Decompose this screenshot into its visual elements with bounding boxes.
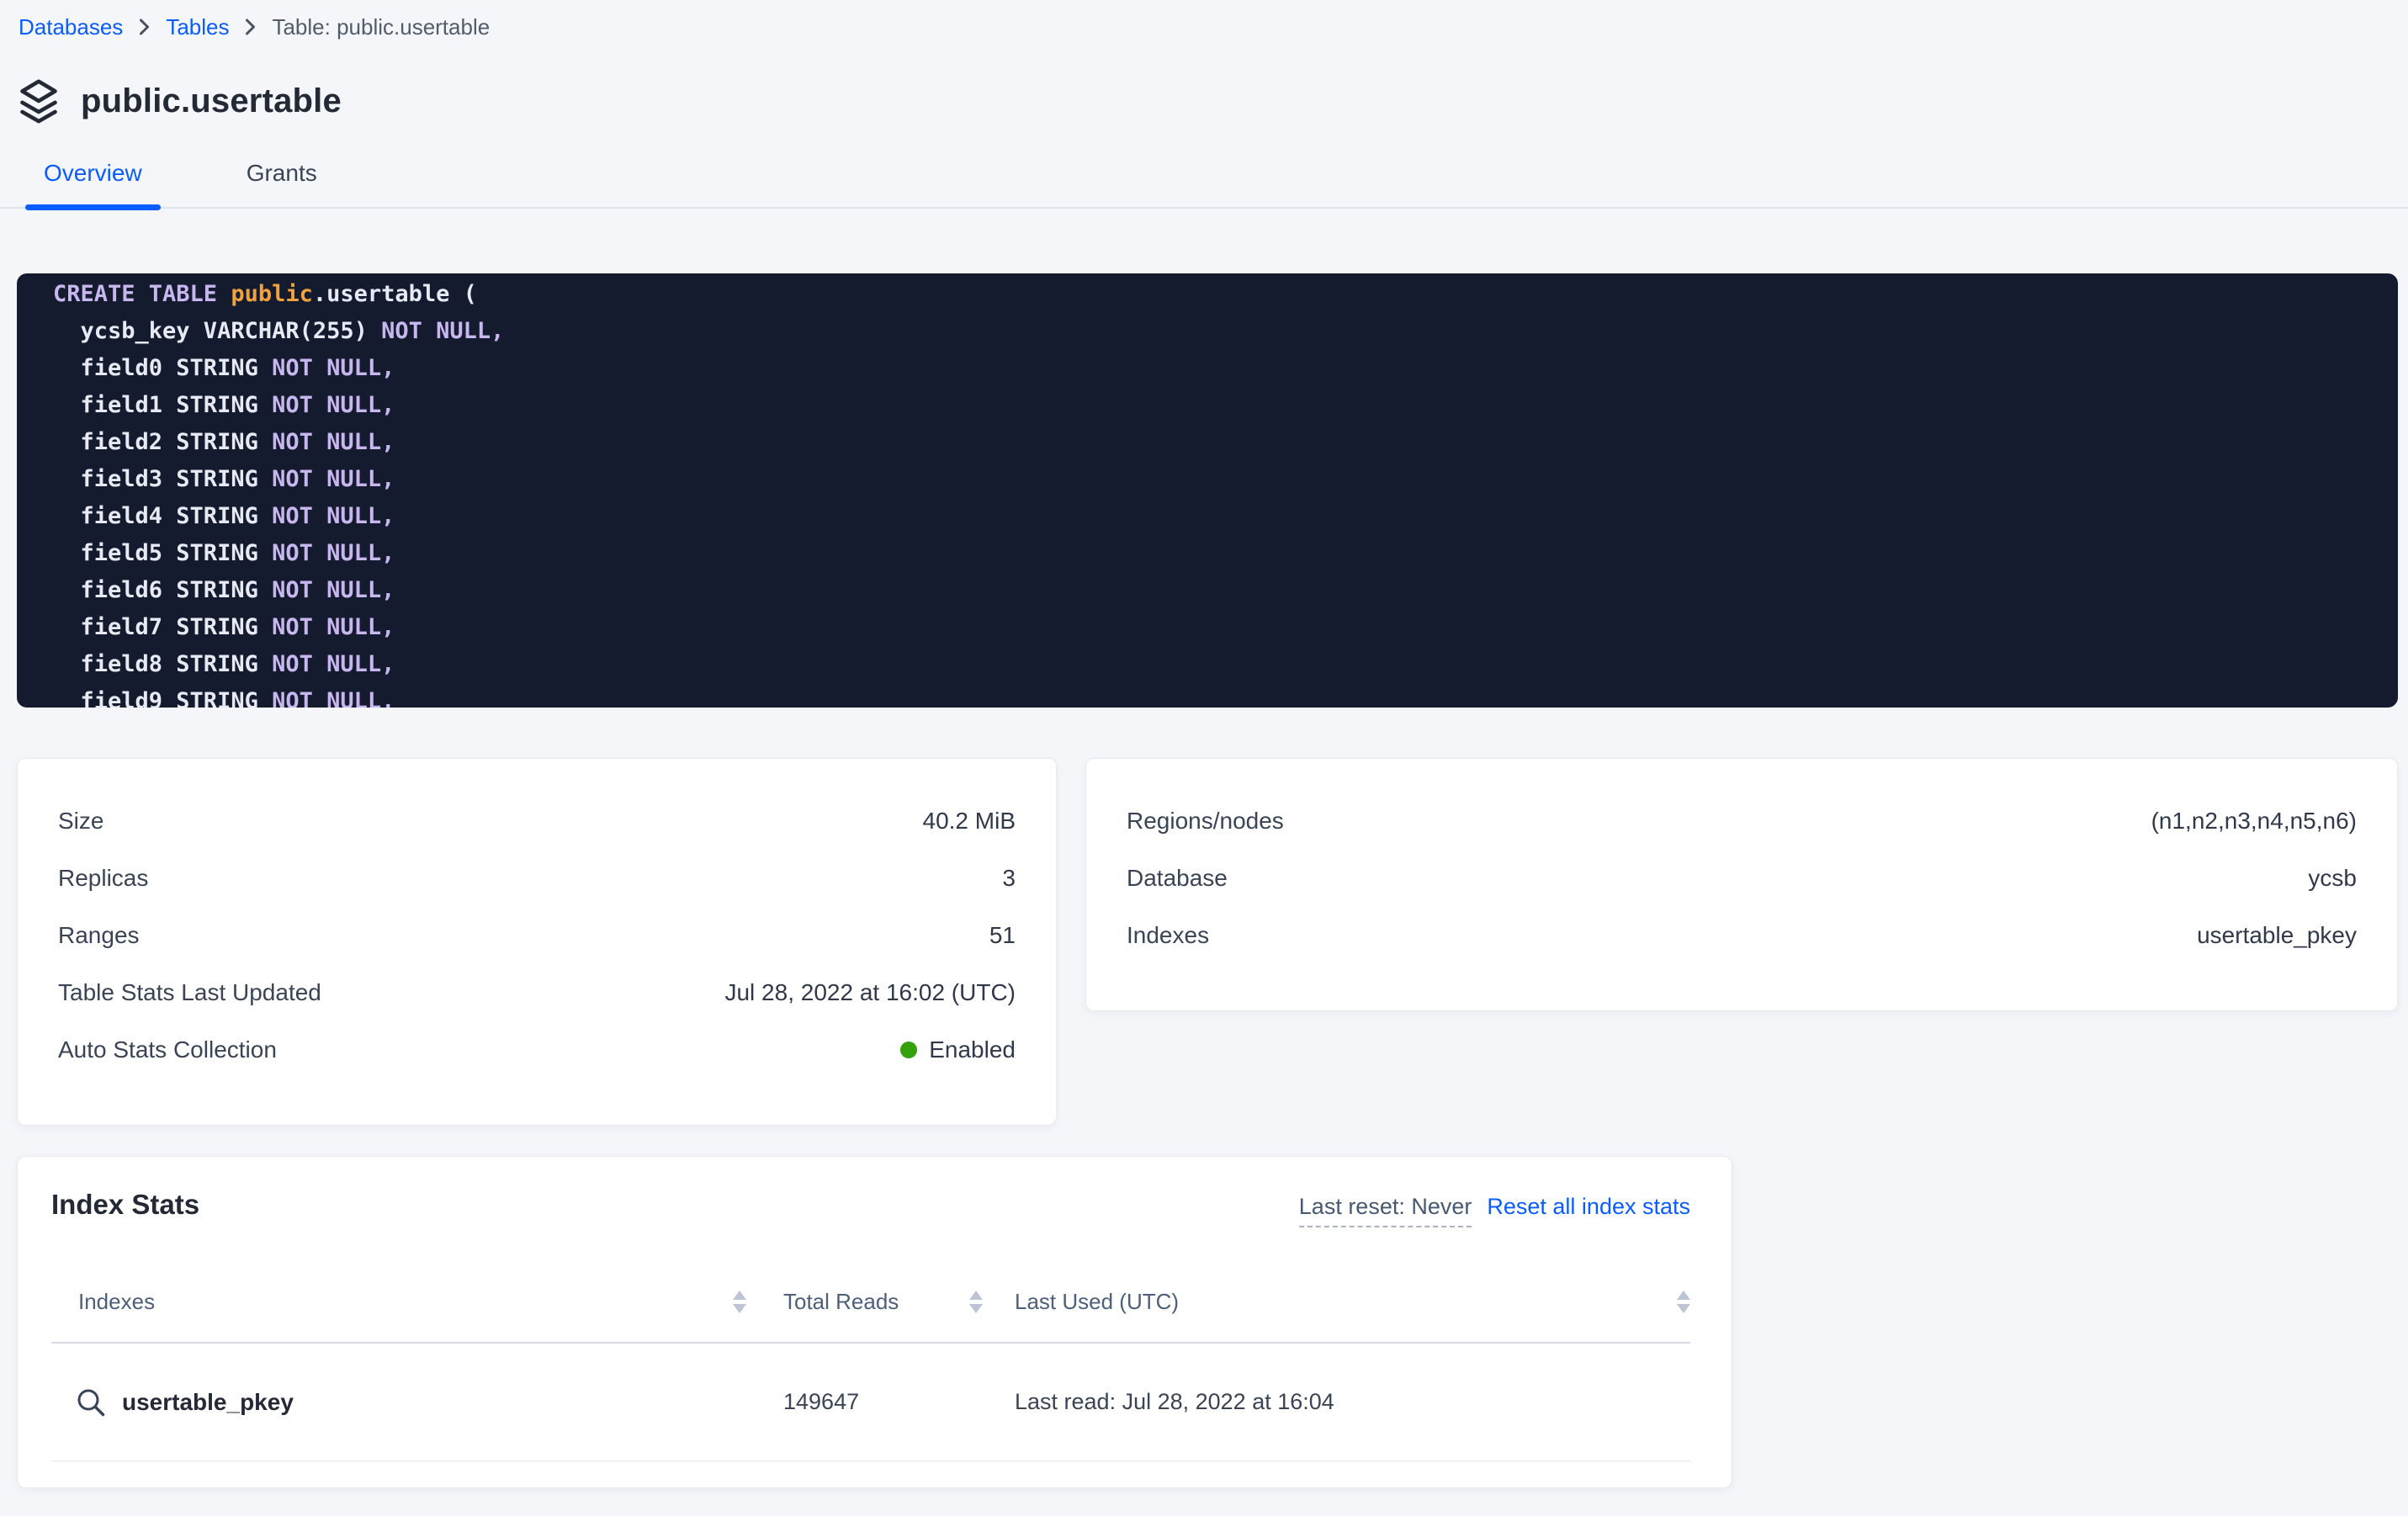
- column-header-label: Total Reads: [783, 1289, 899, 1315]
- page-header: public.usertable: [17, 74, 2408, 128]
- sort-arrows-icon: [969, 1291, 983, 1313]
- sql-line: field1 STRING NOT NULL,: [53, 387, 2373, 424]
- index-stats-header: Index Stats Last reset: Never Reset all …: [51, 1189, 1690, 1227]
- stat-label: Database: [1127, 865, 1228, 892]
- page-title: public.usertable: [81, 82, 342, 120]
- column-header-indexes[interactable]: Indexes: [51, 1289, 758, 1315]
- sort-arrows-icon: [733, 1291, 746, 1313]
- stat-row-size: Size 40.2 MiB: [58, 792, 1016, 850]
- search-icon: [75, 1386, 107, 1418]
- stat-row-auto-stats: Auto Stats Collection Enabled: [58, 1021, 1016, 1079]
- sql-line: field9 STRING NOT NULL,: [53, 683, 2373, 708]
- stat-row-stats-updated: Table Stats Last Updated Jul 28, 2022 at…: [58, 964, 1016, 1021]
- sql-line: field0 STRING NOT NULL,: [53, 350, 2373, 387]
- breadcrumb: Databases Tables Table: public.usertable: [19, 13, 2408, 40]
- breadcrumb-current: Table: public.usertable: [272, 14, 490, 40]
- stat-value: usertable_pkey: [2197, 922, 2357, 949]
- status-dot: [900, 1042, 917, 1058]
- stat-label: Size: [58, 808, 103, 835]
- index-table-row: usertable_pkey 149647 Last read: Jul 28,…: [51, 1344, 1690, 1461]
- sql-line: field6 STRING NOT NULL,: [53, 572, 2373, 609]
- sort-arrows-icon: [1677, 1291, 1690, 1313]
- stat-label: Table Stats Last Updated: [58, 979, 321, 1006]
- tab-bar: Overview Grants: [0, 151, 2408, 209]
- column-header-label: Indexes: [78, 1289, 155, 1315]
- chevron-right-icon: [139, 18, 150, 36]
- sql-line: field7 STRING NOT NULL,: [53, 609, 2373, 646]
- stat-row-database: Database ycsb: [1127, 850, 2357, 907]
- index-stats-title: Index Stats: [51, 1189, 199, 1221]
- stat-label: Replicas: [58, 865, 148, 892]
- table-details-card: Size 40.2 MiB Replicas 3 Ranges 51 Table…: [17, 758, 1057, 1126]
- last-used-cell: Last read: Jul 28, 2022 at 16:04: [989, 1389, 1690, 1415]
- column-header-last-used[interactable]: Last Used (UTC): [989, 1289, 1690, 1315]
- stat-row-replicas: Replicas 3: [58, 850, 1016, 907]
- stack-icon: [17, 77, 61, 125]
- stat-row-indexes: Indexes usertable_pkey: [1127, 907, 2357, 964]
- tab-overview[interactable]: Overview: [25, 151, 161, 207]
- stat-value: ycsb: [2308, 865, 2357, 892]
- reset-all-index-stats-link[interactable]: Reset all index stats: [1487, 1194, 1690, 1220]
- breadcrumb-link-databases[interactable]: Databases: [19, 14, 123, 40]
- sql-line: field4 STRING NOT NULL,: [53, 498, 2373, 535]
- last-reset-text: Last reset: Never: [1299, 1194, 1472, 1227]
- chevron-right-icon: [245, 18, 256, 36]
- sql-line: CREATE TABLE public.usertable (: [53, 276, 2373, 313]
- stat-value: 40.2 MiB: [923, 808, 1016, 835]
- sql-line: field5 STRING NOT NULL,: [53, 535, 2373, 572]
- stat-label: Indexes: [1127, 922, 1209, 949]
- index-name-cell: usertable_pkey: [51, 1386, 758, 1418]
- last-used-value: Last read: Jul 28, 2022 at 16:04: [1015, 1389, 1334, 1415]
- sql-line: field8 STRING NOT NULL,: [53, 646, 2373, 683]
- stat-label: Auto Stats Collection: [58, 1036, 277, 1063]
- table-location-card: Regions/nodes (n1,n2,n3,n4,n5,n6) Databa…: [1085, 758, 2398, 1011]
- index-stats-card: Index Stats Last reset: Never Reset all …: [17, 1156, 1732, 1488]
- stat-value: (n1,n2,n3,n4,n5,n6): [2151, 808, 2357, 835]
- index-table-header-row: Indexes Total Reads Last Used (UTC): [51, 1261, 1690, 1344]
- index-stats-table: Indexes Total Reads Last Used (UTC): [51, 1261, 1690, 1461]
- create-table-sql-block: CREATE TABLE public.usertable ( ycsb_key…: [17, 273, 2398, 708]
- stat-label: Regions/nodes: [1127, 808, 1284, 835]
- sql-line: field3 STRING NOT NULL,: [53, 461, 2373, 498]
- stat-value: 3: [1002, 865, 1016, 892]
- index-name-link[interactable]: usertable_pkey: [122, 1389, 294, 1416]
- total-reads-cell: 149647: [758, 1389, 989, 1415]
- column-header-total-reads[interactable]: Total Reads: [758, 1289, 989, 1315]
- details-cards-row: Size 40.2 MiB Replicas 3 Ranges 51 Table…: [17, 758, 2398, 1126]
- breadcrumb-link-tables[interactable]: Tables: [166, 14, 229, 40]
- stat-row-regions: Regions/nodes (n1,n2,n3,n4,n5,n6): [1127, 792, 2357, 850]
- stat-row-ranges: Ranges 51: [58, 907, 1016, 964]
- stat-label: Ranges: [58, 922, 140, 949]
- sql-line: field2 STRING NOT NULL,: [53, 424, 2373, 461]
- tab-grants[interactable]: Grants: [228, 151, 336, 207]
- stat-value: 51: [989, 922, 1016, 949]
- status-text: Enabled: [929, 1036, 1016, 1063]
- stat-value: Enabled: [900, 1036, 1016, 1063]
- table-details-page: Databases Tables Table: public.usertable…: [0, 13, 2408, 1488]
- stat-value: Jul 28, 2022 at 16:02 (UTC): [724, 979, 1016, 1006]
- column-header-label: Last Used (UTC): [1015, 1289, 1179, 1315]
- sql-line: ycsb_key VARCHAR(255) NOT NULL,: [53, 313, 2373, 350]
- index-stats-actions: Last reset: Never Reset all index stats: [1299, 1194, 1690, 1227]
- total-reads-value: 149647: [783, 1389, 859, 1415]
